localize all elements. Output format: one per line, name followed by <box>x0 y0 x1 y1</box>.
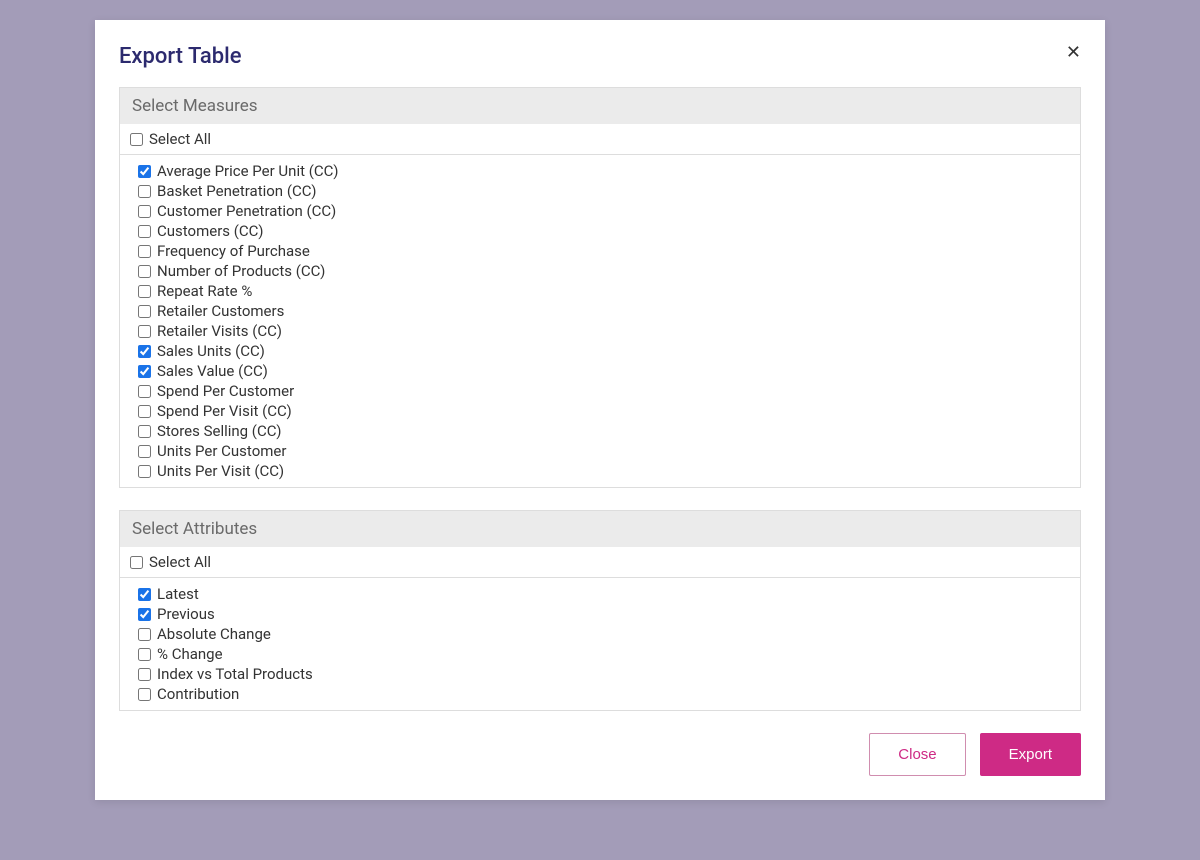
list-item: Absolute Change <box>138 624 1062 644</box>
measure-checkbox[interactable] <box>138 245 151 258</box>
list-item: Units Per Visit (CC) <box>138 461 1062 481</box>
attributes-select-all-label[interactable]: Select All <box>130 553 1070 571</box>
measure-checkbox[interactable] <box>138 345 151 358</box>
attribute-label[interactable]: % Change <box>157 645 223 663</box>
attributes-list: Latest Previous Absolute Change % Change Ind… <box>120 578 1080 710</box>
list-item: Spend Per Customer <box>138 381 1062 401</box>
attributes-select-all-checkbox[interactable] <box>130 556 143 569</box>
measure-label[interactable]: Customer Penetration (CC) <box>157 202 336 220</box>
measure-label[interactable]: Retailer Customers <box>157 302 284 320</box>
measures-select-all-label[interactable]: Select All <box>130 130 1070 148</box>
attribute-checkbox[interactable] <box>138 628 151 641</box>
list-item: Latest <box>138 584 1062 604</box>
attribute-checkbox[interactable] <box>138 648 151 661</box>
measure-checkbox[interactable] <box>138 205 151 218</box>
measure-label[interactable]: Units Per Visit (CC) <box>157 462 284 480</box>
measure-label[interactable]: Sales Value (CC) <box>157 362 268 380</box>
measure-checkbox[interactable] <box>138 385 151 398</box>
list-item: Repeat Rate % <box>138 281 1062 301</box>
measure-checkbox[interactable] <box>138 405 151 418</box>
measure-label[interactable]: Retailer Visits (CC) <box>157 322 282 340</box>
measure-checkbox[interactable] <box>138 305 151 318</box>
list-item: Stores Selling (CC) <box>138 421 1062 441</box>
measure-checkbox[interactable] <box>138 445 151 458</box>
list-item: Number of Products (CC) <box>138 261 1062 281</box>
list-item: Basket Penetration (CC) <box>138 181 1062 201</box>
list-item: Contribution <box>138 684 1062 704</box>
modal-title: Export Table <box>119 44 1081 69</box>
measure-label[interactable]: Basket Penetration (CC) <box>157 182 317 200</box>
list-item: Index vs Total Products <box>138 664 1062 684</box>
list-item: Previous <box>138 604 1062 624</box>
list-item: Units Per Customer <box>138 441 1062 461</box>
attribute-checkbox[interactable] <box>138 688 151 701</box>
measure-checkbox[interactable] <box>138 185 151 198</box>
list-item: Retailer Customers <box>138 301 1062 321</box>
measure-checkbox[interactable] <box>138 165 151 178</box>
list-item: Average Price Per Unit (CC) <box>138 161 1062 181</box>
attribute-checkbox[interactable] <box>138 588 151 601</box>
list-item: Spend Per Visit (CC) <box>138 401 1062 421</box>
list-item: % Change <box>138 644 1062 664</box>
attribute-label[interactable]: Absolute Change <box>157 625 271 643</box>
measure-label[interactable]: Frequency of Purchase <box>157 242 310 260</box>
measure-label[interactable]: Customers (CC) <box>157 222 263 240</box>
measure-label[interactable]: Sales Units (CC) <box>157 342 265 360</box>
list-item: Sales Units (CC) <box>138 341 1062 361</box>
button-row: Close Export <box>119 733 1081 776</box>
measure-label[interactable]: Spend Per Visit (CC) <box>157 402 292 420</box>
measure-checkbox[interactable] <box>138 325 151 338</box>
attribute-label[interactable]: Previous <box>157 605 215 623</box>
measure-label[interactable]: Number of Products (CC) <box>157 262 325 280</box>
close-icon[interactable]: ✕ <box>1066 44 1081 62</box>
attributes-header: Select Attributes <box>120 511 1080 547</box>
list-item: Customer Penetration (CC) <box>138 201 1062 221</box>
measures-select-all-row: Select All <box>120 124 1080 155</box>
measure-label[interactable]: Average Price Per Unit (CC) <box>157 162 338 180</box>
list-item: Retailer Visits (CC) <box>138 321 1062 341</box>
attributes-select-all-text: Select All <box>149 553 211 571</box>
measure-label[interactable]: Spend Per Customer <box>157 382 294 400</box>
measure-checkbox[interactable] <box>138 365 151 378</box>
attribute-label[interactable]: Contribution <box>157 685 239 703</box>
measures-section: Select Measures Select All Average Price… <box>119 87 1081 488</box>
measure-checkbox[interactable] <box>138 285 151 298</box>
export-table-modal: Export Table ✕ Select Measures Select Al… <box>95 20 1105 800</box>
measure-label[interactable]: Units Per Customer <box>157 442 286 460</box>
measure-checkbox[interactable] <box>138 425 151 438</box>
list-item: Sales Value (CC) <box>138 361 1062 381</box>
attributes-select-all-row: Select All <box>120 547 1080 578</box>
measure-checkbox[interactable] <box>138 225 151 238</box>
list-item: Frequency of Purchase <box>138 241 1062 261</box>
list-item: Customers (CC) <box>138 221 1062 241</box>
measures-list: Average Price Per Unit (CC) Basket Penetr… <box>120 155 1080 487</box>
attribute-checkbox[interactable] <box>138 668 151 681</box>
close-button[interactable]: Close <box>869 733 965 776</box>
attribute-label[interactable]: Latest <box>157 585 199 603</box>
attribute-checkbox[interactable] <box>138 608 151 621</box>
measures-select-all-checkbox[interactable] <box>130 133 143 146</box>
measure-label[interactable]: Repeat Rate % <box>157 282 252 300</box>
measure-checkbox[interactable] <box>138 465 151 478</box>
measures-select-all-text: Select All <box>149 130 211 148</box>
export-button[interactable]: Export <box>980 733 1081 776</box>
attributes-section: Select Attributes Select All Latest Previ… <box>119 510 1081 711</box>
measures-header: Select Measures <box>120 88 1080 124</box>
measure-label[interactable]: Stores Selling (CC) <box>157 422 282 440</box>
measure-checkbox[interactable] <box>138 265 151 278</box>
attribute-label[interactable]: Index vs Total Products <box>157 665 313 683</box>
